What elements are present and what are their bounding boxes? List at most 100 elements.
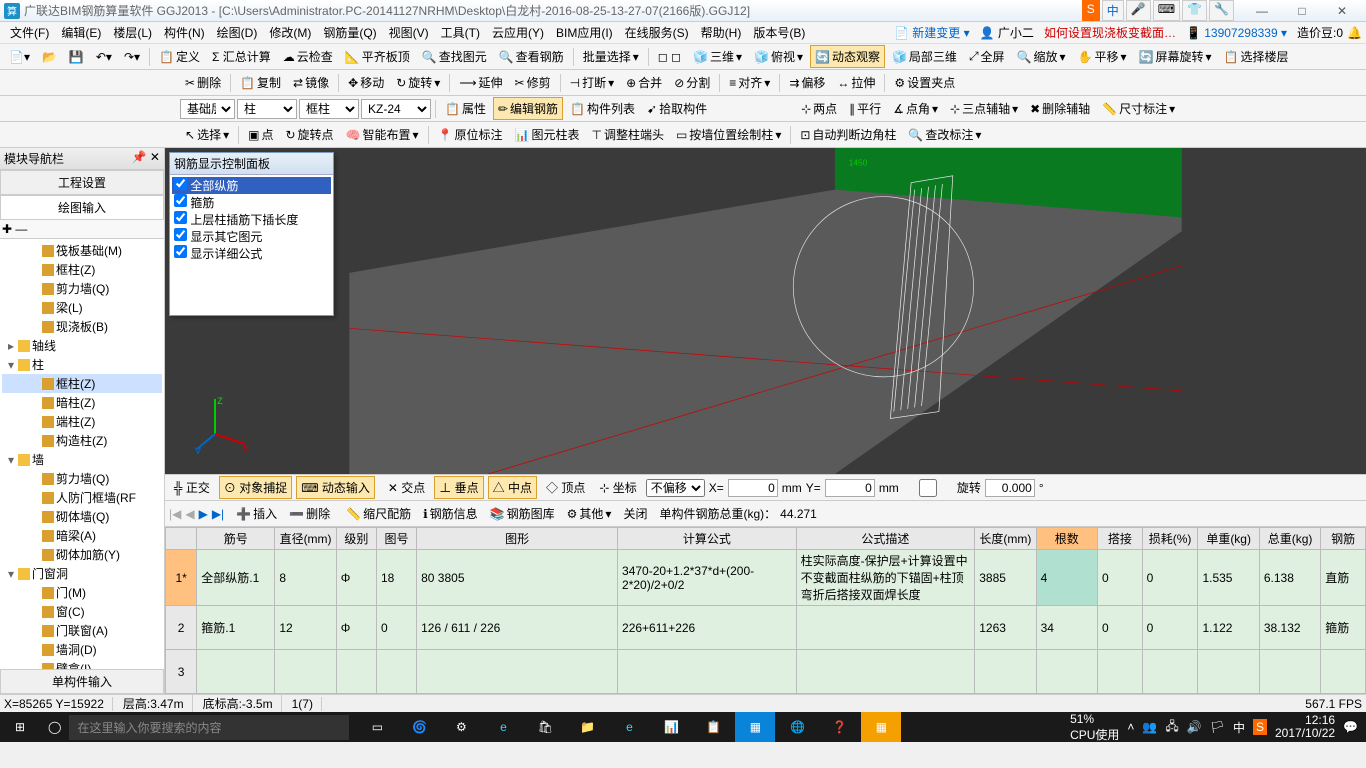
cell[interactable]	[197, 650, 275, 694]
dynamic-input-toggle[interactable]: ⌨ 动态输入	[296, 476, 375, 499]
perp-toggle[interactable]: ⊥ 垂点	[434, 476, 483, 499]
menu-绘图(D)[interactable]: 绘图(D)	[211, 22, 264, 43]
tray-ime-icon[interactable]: 中	[1233, 719, 1245, 736]
tree-item[interactable]: 墙洞(D)	[2, 640, 162, 659]
move-button[interactable]: ✥ 移动	[343, 71, 389, 94]
col-header[interactable]: 长度(mm)	[975, 528, 1036, 550]
cortana-icon[interactable]: ◯	[40, 720, 69, 734]
intersect-toggle[interactable]: ✕ 交点	[383, 476, 430, 499]
tree-item[interactable]: 现浇板(B)	[2, 317, 162, 336]
store-icon[interactable]: 🛍	[525, 712, 565, 742]
new-change-button[interactable]: 📄 新建变更 ▾	[894, 24, 970, 41]
minimize-button[interactable]: —	[1242, 4, 1282, 18]
cell[interactable]: 1.122	[1198, 606, 1259, 650]
tree-item[interactable]: 暗柱(Z)	[2, 393, 162, 412]
last-icon[interactable]: ▶|	[212, 507, 224, 521]
merge-button[interactable]: ⊕ 合并	[621, 71, 667, 94]
edge-icon[interactable]: e	[483, 712, 523, 742]
col-header[interactable]: 总重(kg)	[1259, 528, 1320, 550]
col-header[interactable]	[166, 528, 197, 550]
ptangle-button[interactable]: ∡ 点角 ▾	[888, 97, 943, 120]
tray-flag-icon[interactable]: 🏳	[1210, 720, 1225, 734]
col-header[interactable]: 搭接	[1098, 528, 1143, 550]
cell[interactable]: 34	[1036, 606, 1097, 650]
edit-rebar-button[interactable]: ✏ 编辑钢筋	[493, 97, 563, 120]
tree-item[interactable]: 端柱(Z)	[2, 412, 162, 431]
adjcolhead-button[interactable]: ⊤ 调整柱端头	[586, 123, 668, 146]
cell[interactable]: 直筋	[1321, 550, 1366, 606]
attr-button[interactable]: 📋 属性	[440, 97, 491, 120]
threeax-button[interactable]: ⊹ 三点辅轴 ▾	[945, 97, 1023, 120]
cell[interactable]: 3	[166, 650, 197, 694]
twopt-button[interactable]: ⊹ 两点	[796, 97, 842, 120]
cell[interactable]: 1263	[975, 606, 1036, 650]
app-icon-3[interactable]: 📊	[651, 712, 691, 742]
rebar-display-option[interactable]: 箍筋	[172, 194, 331, 211]
cloudcheck-button[interactable]: ☁ 云检查	[278, 45, 338, 68]
menu-视图(V)[interactable]: 视图(V)	[383, 22, 435, 43]
midpoint-toggle[interactable]: △ 中点	[488, 476, 537, 499]
cell[interactable]	[796, 606, 975, 650]
local3d-button[interactable]: 🧊 局部三维	[887, 45, 962, 68]
origmark-button[interactable]: 📍 原位标注	[433, 123, 508, 146]
insert-row-button[interactable]: ➕ 插入	[232, 503, 281, 524]
tree-item[interactable]: 门(M)	[2, 583, 162, 602]
bell-icon[interactable]: 🔔	[1347, 26, 1362, 40]
tray-people-icon[interactable]: 👥	[1142, 720, 1157, 734]
cell[interactable]	[1198, 650, 1259, 694]
osnap-toggle[interactable]: ⊙ 对象捕捉	[219, 476, 292, 499]
copy-button[interactable]: 📋 复制	[235, 71, 286, 94]
flatroof-button[interactable]: 📐 平齐板顶	[340, 45, 415, 68]
subtype-select[interactable]: 框柱	[299, 99, 359, 119]
ime-mic-icon[interactable]: 🎤	[1126, 0, 1151, 21]
menu-帮助(H)[interactable]: 帮助(H)	[695, 22, 748, 43]
tree-item[interactable]: 砌体墙(Q)	[2, 507, 162, 526]
cell[interactable]: 80 3805	[417, 550, 618, 606]
cell[interactable]	[618, 650, 797, 694]
tree-item[interactable]: ▾ 柱	[2, 355, 162, 374]
member-list-button[interactable]: 📋 构件列表	[565, 97, 640, 120]
task-view-icon[interactable]: ▭	[357, 712, 397, 742]
menu-在线服务(S)[interactable]: 在线服务(S)	[619, 22, 695, 43]
ime-tool-icon[interactable]: 🔧	[1209, 0, 1234, 21]
tab-project-settings[interactable]: 工程设置	[0, 170, 164, 195]
cell[interactable]: 箍筋.1	[197, 606, 275, 650]
tray-up-icon[interactable]: ˄	[1127, 720, 1134, 734]
cell[interactable]: Φ	[336, 550, 376, 606]
3d-viewport[interactable]: 钢筋显示控制面板 全部纵筋 箍筋 上层柱插筋下插长度 显示其它图元 显示详细公式…	[165, 148, 1366, 474]
ime-logo-icon[interactable]: S	[1082, 0, 1100, 21]
tab-single-input[interactable]: 单构件输入	[0, 669, 164, 694]
ortho-toggle[interactable]: ╬ 正交	[169, 476, 215, 499]
app-icon-2[interactable]: ⚙	[441, 712, 481, 742]
mirror-button[interactable]: ⇄ 镜像	[288, 71, 334, 94]
menu-钢筋量(Q)[interactable]: 钢筋量(Q)	[317, 22, 382, 43]
tree-item[interactable]: 筏板基础(M)	[2, 241, 162, 260]
cell[interactable]: 0	[1142, 606, 1198, 650]
rebar-table[interactable]: 筋号直径(mm)级别图号图形计算公式公式描述长度(mm)根数搭接损耗(%)单重(…	[165, 526, 1366, 694]
cpu-meter[interactable]: 51%CPU使用	[1070, 712, 1119, 743]
rotate-checkbox[interactable]	[903, 479, 953, 497]
fullscreen-button[interactable]: ⤢ 全屏	[964, 45, 1010, 68]
cell[interactable]: 1.535	[1198, 550, 1259, 606]
ie-icon[interactable]: e	[609, 712, 649, 742]
cell[interactable]: 4	[1036, 550, 1097, 606]
cell[interactable]: 2	[166, 606, 197, 650]
explorer-icon[interactable]: 📁	[567, 712, 607, 742]
drawwall-button[interactable]: ▭ 按墙位置绘制柱 ▾	[671, 123, 786, 146]
select-button[interactable]: ↖ 选择 ▾	[180, 123, 234, 146]
rotate-button[interactable]: ↻ 旋转 ▾	[391, 71, 445, 94]
select-floor-button[interactable]: 📋 选择楼层	[1219, 45, 1294, 68]
cell[interactable]: 18	[376, 550, 416, 606]
topview-button[interactable]: 🧊 俯视 ▾	[749, 45, 808, 68]
3d-button[interactable]: 🧊 三维 ▾	[688, 45, 747, 68]
save-icon[interactable]: 💾	[64, 47, 89, 67]
vertex-toggle[interactable]: ◇ 顶点	[541, 476, 590, 499]
menu-修改(M)[interactable]: 修改(M)	[263, 22, 317, 43]
menu-楼层(L)[interactable]: 楼层(L)	[107, 22, 158, 43]
account-phone[interactable]: 📱 13907298339 ▾	[1186, 26, 1287, 40]
split-button[interactable]: ⊘ 分割	[669, 71, 715, 94]
cell[interactable]	[376, 650, 416, 694]
tree-item[interactable]: 人防门框墙(RF	[2, 488, 162, 507]
tab-drawing-input[interactable]: 绘图输入	[0, 195, 164, 220]
menu-工具(T)[interactable]: 工具(T)	[435, 22, 486, 43]
